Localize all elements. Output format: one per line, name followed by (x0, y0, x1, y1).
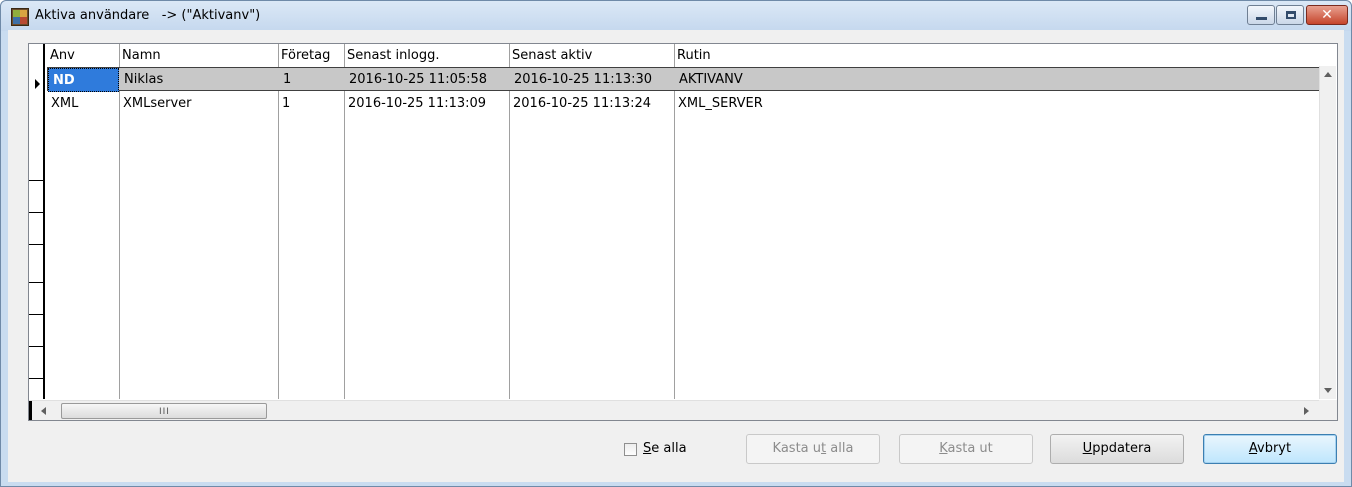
column-header-anv[interactable]: Anv (47, 44, 119, 66)
close-icon: ✕ (1321, 7, 1333, 23)
show-all-checkbox[interactable] (624, 443, 637, 456)
cell-anv[interactable]: XML (47, 92, 119, 116)
cell-anv[interactable]: ND (48, 68, 119, 92)
close-button[interactable]: ✕ (1306, 5, 1348, 25)
kick-all-label-a: Kasta u (772, 441, 822, 456)
show-all-label-text: e alla (651, 441, 687, 456)
scroll-right-icon[interactable] (1304, 407, 1309, 415)
table-row[interactable]: XML XMLserver 1 2016-10-25 11:13:09 2016… (47, 92, 1335, 116)
indicator-divider (29, 314, 45, 315)
cancel-button[interactable]: Avbryt (1203, 434, 1337, 464)
scrollbar-thumb[interactable]: III (61, 403, 267, 419)
column-header-rutin[interactable]: Rutin (674, 44, 1274, 66)
refresh-label-accelerator: U (1082, 441, 1093, 456)
indicator-divider (29, 346, 45, 347)
window-title: Aktiva användare -> ("Aktivanv") (35, 8, 261, 23)
active-users-grid[interactable]: Anv Namn Företag Senast inlogg. Senast a… (28, 43, 1338, 421)
title-bar[interactable]: Aktiva användare -> ("Aktivanv") ✕ (1, 1, 1351, 31)
minimize-icon (1256, 17, 1267, 20)
row-indicator-column (29, 44, 45, 399)
maximize-icon (1286, 11, 1296, 19)
scroll-down-icon[interactable] (1324, 388, 1332, 393)
column-header-senast-aktiv[interactable]: Senast aktiv (509, 44, 674, 66)
cell-foretag[interactable]: 1 (279, 68, 345, 92)
scrollbar-edge-marker (29, 401, 32, 420)
cell-senast-inlogg[interactable]: 2016-10-25 11:13:09 (344, 92, 509, 116)
indicator-divider (29, 212, 45, 213)
refresh-button[interactable]: Uppdatera (1050, 434, 1184, 464)
vertical-scrollbar[interactable] (1319, 66, 1336, 399)
indicator-divider (29, 282, 45, 283)
cell-rutin[interactable]: XML_SERVER (674, 92, 1274, 116)
indicator-divider (29, 378, 45, 379)
column-header-senast-inlogg[interactable]: Senast inlogg. (344, 44, 509, 66)
scroll-left-icon[interactable] (41, 407, 46, 415)
horizontal-scrollbar[interactable]: III (29, 400, 1319, 420)
cell-namn[interactable]: XMLserver (119, 92, 278, 116)
indicator-divider (29, 180, 45, 181)
cancel-label-accelerator: A (1248, 441, 1258, 456)
scrollbar-corner (1319, 400, 1337, 420)
app-icon[interactable] (11, 8, 29, 26)
kick-all-label-b: alla (826, 441, 854, 456)
kick-user-label-accelerator: K (939, 441, 948, 456)
kick-all-button[interactable]: Kasta ut alla (746, 434, 880, 464)
cell-senast-aktiv[interactable]: 2016-10-25 11:13:24 (509, 92, 674, 116)
cell-rutin[interactable]: AKTIVANV (675, 68, 1275, 92)
kick-user-label: asta ut (947, 441, 993, 456)
cell-namn[interactable]: Niklas (120, 68, 279, 92)
column-header-namn[interactable]: Namn (119, 44, 278, 66)
scroll-up-icon[interactable] (1324, 72, 1332, 77)
cancel-label: vbryt (1257, 441, 1292, 456)
current-row-arrow-icon (35, 79, 40, 89)
refresh-label: ppdatera (1092, 441, 1152, 456)
cell-senast-inlogg[interactable]: 2016-10-25 11:05:58 (345, 68, 510, 92)
cell-foretag[interactable]: 1 (278, 92, 344, 116)
scrollbar-grip: III (159, 407, 170, 417)
table-row[interactable]: ND Niklas 1 2016-10-25 11:05:58 2016-10-… (47, 67, 1335, 92)
show-all-label[interactable]: Se alla (643, 441, 687, 456)
kick-user-button[interactable]: Kasta ut (899, 434, 1033, 464)
maximize-button[interactable] (1276, 5, 1304, 25)
minimize-button[interactable] (1247, 5, 1275, 25)
indicator-divider (29, 244, 45, 245)
cell-senast-aktiv[interactable]: 2016-10-25 11:13:30 (510, 68, 675, 92)
table-header: Anv Namn Företag Senast inlogg. Senast a… (47, 44, 1335, 66)
column-header-foretag[interactable]: Företag (278, 44, 344, 66)
